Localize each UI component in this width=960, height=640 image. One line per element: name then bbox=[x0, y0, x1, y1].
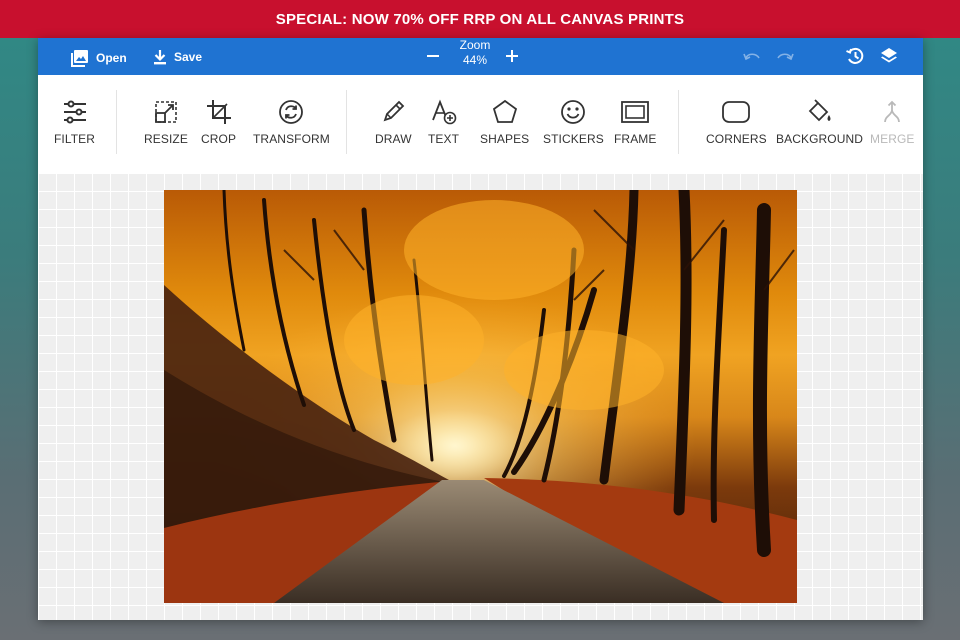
redo-button[interactable] bbox=[775, 49, 795, 68]
tool-crop[interactable]: CROP bbox=[201, 99, 236, 146]
open-label: Open bbox=[96, 51, 127, 65]
editor-window: Open Save Zoom 44% FILTER RESIZE CROP TR… bbox=[38, 38, 923, 620]
smiley-icon bbox=[561, 100, 586, 124]
promo-banner[interactable]: SPECIAL: NOW 70% OFF RRP ON ALL CANVAS P… bbox=[0, 0, 960, 38]
tool-transform[interactable]: TRANSFORM bbox=[253, 99, 330, 146]
rotate-icon bbox=[279, 100, 304, 124]
redo-icon bbox=[777, 53, 794, 61]
canvas-area[interactable] bbox=[38, 173, 923, 620]
tool-corners[interactable]: CORNERS bbox=[706, 99, 767, 146]
tool-draw-label: DRAW bbox=[375, 132, 412, 146]
toolbar-divider bbox=[346, 90, 347, 154]
tools-toolbar: FILTER RESIZE CROP TRANSFORM DRAW TEXT S… bbox=[38, 75, 923, 209]
promo-text: SPECIAL: NOW 70% OFF RRP ON ALL CANVAS P… bbox=[275, 10, 685, 28]
tool-resize-label: RESIZE bbox=[144, 132, 188, 146]
rounded-corners-icon bbox=[722, 101, 751, 123]
zoom-out-button[interactable] bbox=[426, 49, 440, 68]
image-icon bbox=[71, 50, 88, 67]
layers-button[interactable] bbox=[879, 46, 899, 71]
pentagon-icon bbox=[492, 99, 517, 123]
save-button[interactable]: Save bbox=[152, 48, 202, 66]
crop-icon bbox=[206, 100, 231, 124]
tool-background[interactable]: BACKGROUND bbox=[776, 99, 863, 146]
tool-stickers-label: STICKERS bbox=[543, 132, 604, 146]
sliders-icon bbox=[63, 100, 86, 124]
undo-icon bbox=[743, 53, 760, 61]
tool-transform-label: TRANSFORM bbox=[253, 132, 330, 146]
zoom-readout: Zoom 44% bbox=[450, 38, 500, 68]
tool-text[interactable]: TEXT bbox=[428, 99, 459, 146]
tool-merge[interactable]: MERGE bbox=[870, 99, 915, 146]
zoom-in-button[interactable] bbox=[505, 49, 519, 68]
tool-stickers[interactable]: STICKERS bbox=[543, 99, 604, 146]
tool-frame-label: FRAME bbox=[614, 132, 657, 146]
tool-filter[interactable]: FILTER bbox=[54, 99, 95, 146]
undo-button[interactable] bbox=[742, 49, 762, 68]
tool-resize[interactable]: RESIZE bbox=[144, 99, 188, 146]
tool-background-label: BACKGROUND bbox=[776, 132, 864, 146]
zoom-label: Zoom bbox=[459, 38, 491, 52]
pencil-icon bbox=[383, 100, 405, 122]
tool-draw[interactable]: DRAW bbox=[375, 99, 412, 146]
history-icon bbox=[846, 47, 864, 64]
tool-filter-label: FILTER bbox=[54, 132, 96, 146]
tool-shapes-label: SHAPES bbox=[480, 132, 530, 146]
tool-text-label: TEXT bbox=[428, 132, 460, 146]
open-button[interactable]: Open bbox=[70, 48, 127, 68]
minus-icon bbox=[427, 55, 439, 57]
toolbar-divider bbox=[116, 90, 117, 154]
download-icon bbox=[154, 50, 166, 65]
tool-crop-label: CROP bbox=[201, 132, 237, 146]
tool-shapes[interactable]: SHAPES bbox=[480, 99, 529, 146]
canvas-image[interactable] bbox=[164, 190, 797, 603]
plus-icon bbox=[506, 50, 518, 62]
text-add-icon bbox=[431, 99, 456, 125]
top-bar: Open Save Zoom 44% bbox=[38, 38, 923, 75]
merge-icon bbox=[884, 100, 901, 123]
zoom-value: 44% bbox=[462, 53, 488, 67]
toolbar-divider bbox=[678, 90, 679, 154]
save-label: Save bbox=[174, 50, 203, 64]
tool-corners-label: CORNERS bbox=[706, 132, 767, 146]
layers-icon bbox=[881, 48, 897, 63]
tool-merge-label: MERGE bbox=[870, 132, 915, 146]
frame-icon bbox=[621, 101, 650, 123]
autumn-road-photo bbox=[164, 190, 797, 603]
tool-frame[interactable]: FRAME bbox=[614, 99, 657, 146]
resize-icon bbox=[155, 101, 177, 123]
paint-bucket-icon bbox=[808, 99, 830, 122]
history-button[interactable] bbox=[845, 46, 865, 71]
